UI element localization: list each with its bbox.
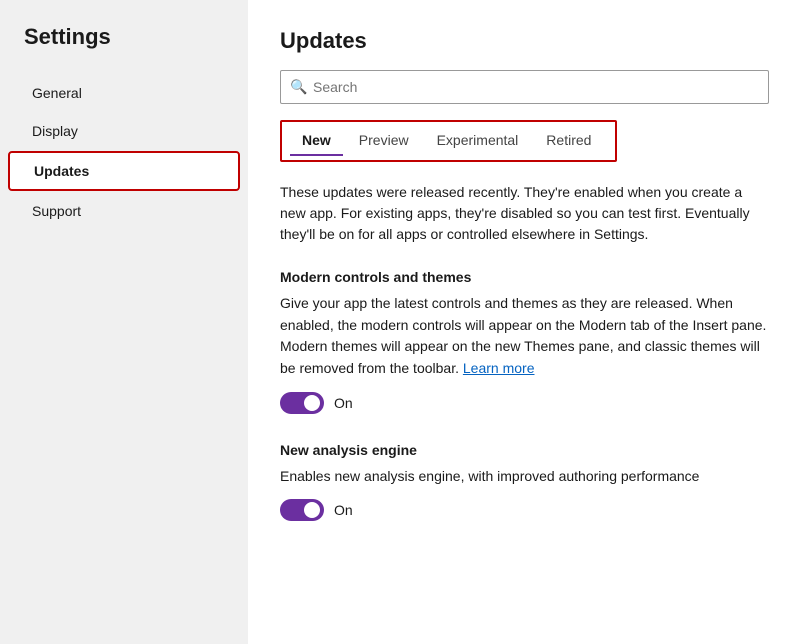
- section-analysis-engine-title: New analysis engine: [280, 442, 769, 458]
- section-modern-controls-desc: Give your app the latest controls and th…: [280, 293, 769, 380]
- search-input[interactable]: [280, 70, 769, 104]
- toggle-modern-controls-label: On: [334, 395, 353, 411]
- toggle-analysis-engine[interactable]: [280, 499, 324, 521]
- section-modern-controls: Modern controls and themes Give your app…: [280, 269, 769, 414]
- learn-more-link[interactable]: Learn more: [463, 360, 535, 376]
- app-title: Settings: [0, 24, 248, 74]
- section-analysis-engine: New analysis engine Enables new analysis…: [280, 442, 769, 522]
- page-title: Updates: [280, 28, 769, 54]
- section-analysis-engine-desc: Enables new analysis engine, with improv…: [280, 466, 769, 488]
- updates-description: These updates were released recently. Th…: [280, 182, 769, 245]
- toggle-analysis-engine-row: On: [280, 499, 769, 521]
- toggle-thumb: [304, 395, 320, 411]
- sidebar-item-updates[interactable]: Updates: [8, 151, 240, 191]
- tab-experimental[interactable]: Experimental: [425, 126, 531, 156]
- tab-new[interactable]: New: [290, 126, 343, 156]
- sidebar: Settings General Display Updates Support: [0, 0, 248, 644]
- sidebar-item-support[interactable]: Support: [8, 193, 240, 229]
- toggle-modern-controls-row: On: [280, 392, 769, 414]
- main-content: Updates 🔍 New Preview Experimental Retir…: [248, 0, 801, 644]
- search-container: 🔍: [280, 70, 769, 104]
- search-icon: 🔍: [290, 79, 307, 96]
- tab-preview[interactable]: Preview: [347, 126, 421, 156]
- toggle-analysis-engine-label: On: [334, 502, 353, 518]
- sidebar-item-display[interactable]: Display: [8, 113, 240, 149]
- tabs-container: New Preview Experimental Retired: [280, 120, 617, 162]
- sidebar-item-general[interactable]: General: [8, 75, 240, 111]
- tab-retired[interactable]: Retired: [534, 126, 603, 156]
- section-modern-controls-title: Modern controls and themes: [280, 269, 769, 285]
- toggle-modern-controls[interactable]: [280, 392, 324, 414]
